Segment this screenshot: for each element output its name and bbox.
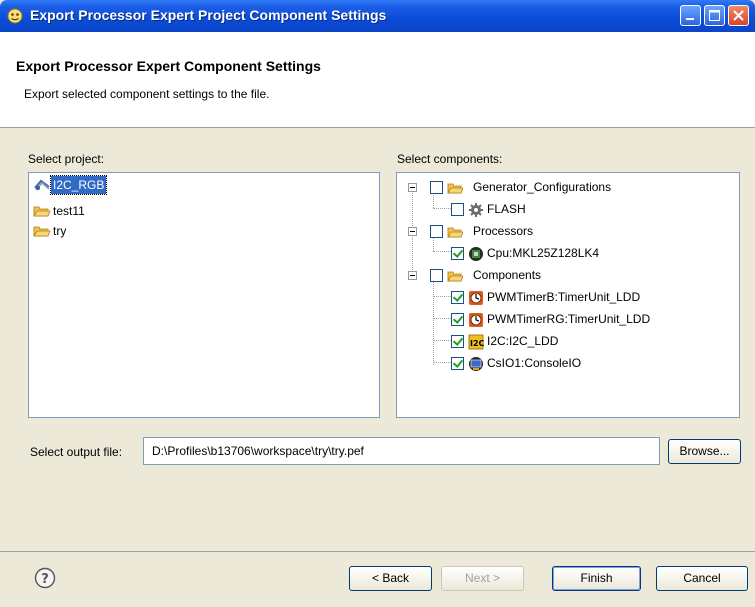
checkbox[interactable]	[430, 181, 443, 194]
footer-separator	[0, 551, 755, 552]
output-file-field[interactable]: D:\Profiles\b13706\workspace\try\try.pef	[143, 437, 660, 465]
i2c-icon: I2C	[468, 334, 484, 350]
gear-icon	[469, 203, 483, 217]
console-icon	[469, 357, 483, 371]
svg-text:I2C: I2C	[470, 339, 484, 348]
close-button[interactable]	[728, 5, 749, 26]
page-title: Export Processor Expert Component Settin…	[16, 58, 321, 74]
select-project-label: Select project:	[28, 152, 105, 166]
tree-item-components[interactable]: Components	[397, 266, 737, 286]
tree-item-i2c[interactable]: I2C I2C:I2C_LDD	[397, 332, 737, 352]
tree-item-cpu[interactable]: Cpu:MKL25Z128LK4	[397, 244, 737, 264]
project-icon	[34, 179, 50, 191]
tree-item-pwmtimerb[interactable]: PWMTimerB:TimerUnit_LDD	[397, 288, 737, 308]
finish-button[interactable]: Finish	[552, 566, 641, 591]
tree-item-label: PWMTimerB:TimerUnit_LDD	[487, 290, 641, 304]
browse-button[interactable]: Browse...	[668, 439, 741, 464]
maximize-button[interactable]	[704, 5, 725, 26]
checkbox[interactable]	[451, 313, 464, 326]
tree-item-label: CsIO1:ConsoleIO	[487, 356, 582, 370]
minimize-button[interactable]	[680, 5, 701, 26]
tree-item-label: I2C:I2C_LDD	[487, 334, 559, 348]
tree-item-label: Processors	[473, 224, 534, 238]
components-tree[interactable]: Generator_Configurations FLASH Processor…	[396, 172, 740, 418]
wizard-header: Export Processor Expert Component Settin…	[0, 32, 755, 128]
timer-icon	[469, 291, 483, 305]
list-item-label: try	[53, 224, 67, 238]
minimize-icon	[686, 18, 694, 20]
tree-item-pwmtimerrg[interactable]: PWMTimerRG:TimerUnit_LDD	[397, 310, 737, 330]
tree-item-label: PWMTimerRG:TimerUnit_LDD	[487, 312, 651, 326]
folder-icon	[447, 227, 463, 238]
list-item-label: I2C_RGB	[49, 175, 108, 195]
checkbox[interactable]	[451, 247, 464, 260]
title-bar[interactable]: Export Processor Expert Project Componen…	[0, 0, 755, 32]
collapse-icon[interactable]	[408, 271, 417, 280]
select-components-label: Select components:	[397, 152, 503, 166]
window-title: Export Processor Expert Project Componen…	[30, 7, 387, 23]
tree-item-processors[interactable]: Processors	[397, 222, 737, 242]
tree-item-label: Components	[473, 268, 542, 282]
collapse-icon[interactable]	[408, 227, 417, 236]
processor-expert-icon	[7, 8, 23, 24]
tree-item-flash[interactable]: FLASH	[397, 200, 737, 220]
timer-icon	[469, 313, 483, 327]
maximize-icon	[709, 10, 720, 21]
cpu-icon	[469, 247, 483, 261]
svg-text:?: ?	[41, 572, 49, 587]
tree-item-label: FLASH	[487, 202, 526, 216]
checkbox[interactable]	[430, 269, 443, 282]
checkbox[interactable]	[451, 203, 464, 216]
folder-icon	[33, 226, 51, 237]
checkbox[interactable]	[451, 357, 464, 370]
collapse-icon[interactable]	[408, 183, 417, 192]
export-dialog: Export Processor Expert Project Componen…	[0, 0, 755, 607]
tree-item-label: Generator_Configurations	[473, 180, 612, 194]
checkbox[interactable]	[451, 291, 464, 304]
next-button[interactable]: Next >	[441, 566, 524, 591]
folder-icon	[33, 206, 51, 217]
back-button[interactable]: < Back	[349, 566, 432, 591]
cancel-button[interactable]: Cancel	[656, 566, 748, 591]
folder-icon	[447, 183, 463, 194]
checkbox[interactable]	[430, 225, 443, 238]
page-description: Export selected component settings to th…	[24, 87, 270, 101]
project-list[interactable]: I2C_RGB test11 try	[28, 172, 380, 418]
close-icon	[733, 10, 744, 21]
list-item-label: test11	[53, 204, 85, 218]
checkbox[interactable]	[451, 335, 464, 348]
tree-item-csio1[interactable]: CsIO1:ConsoleIO	[397, 354, 737, 374]
folder-icon	[447, 271, 463, 282]
select-output-file-label: Select output file:	[30, 445, 123, 459]
tree-item-generator-configurations[interactable]: Generator_Configurations	[397, 178, 737, 198]
help-icon[interactable]: ?	[34, 567, 56, 589]
tree-item-label: Cpu:MKL25Z128LK4	[487, 246, 600, 260]
